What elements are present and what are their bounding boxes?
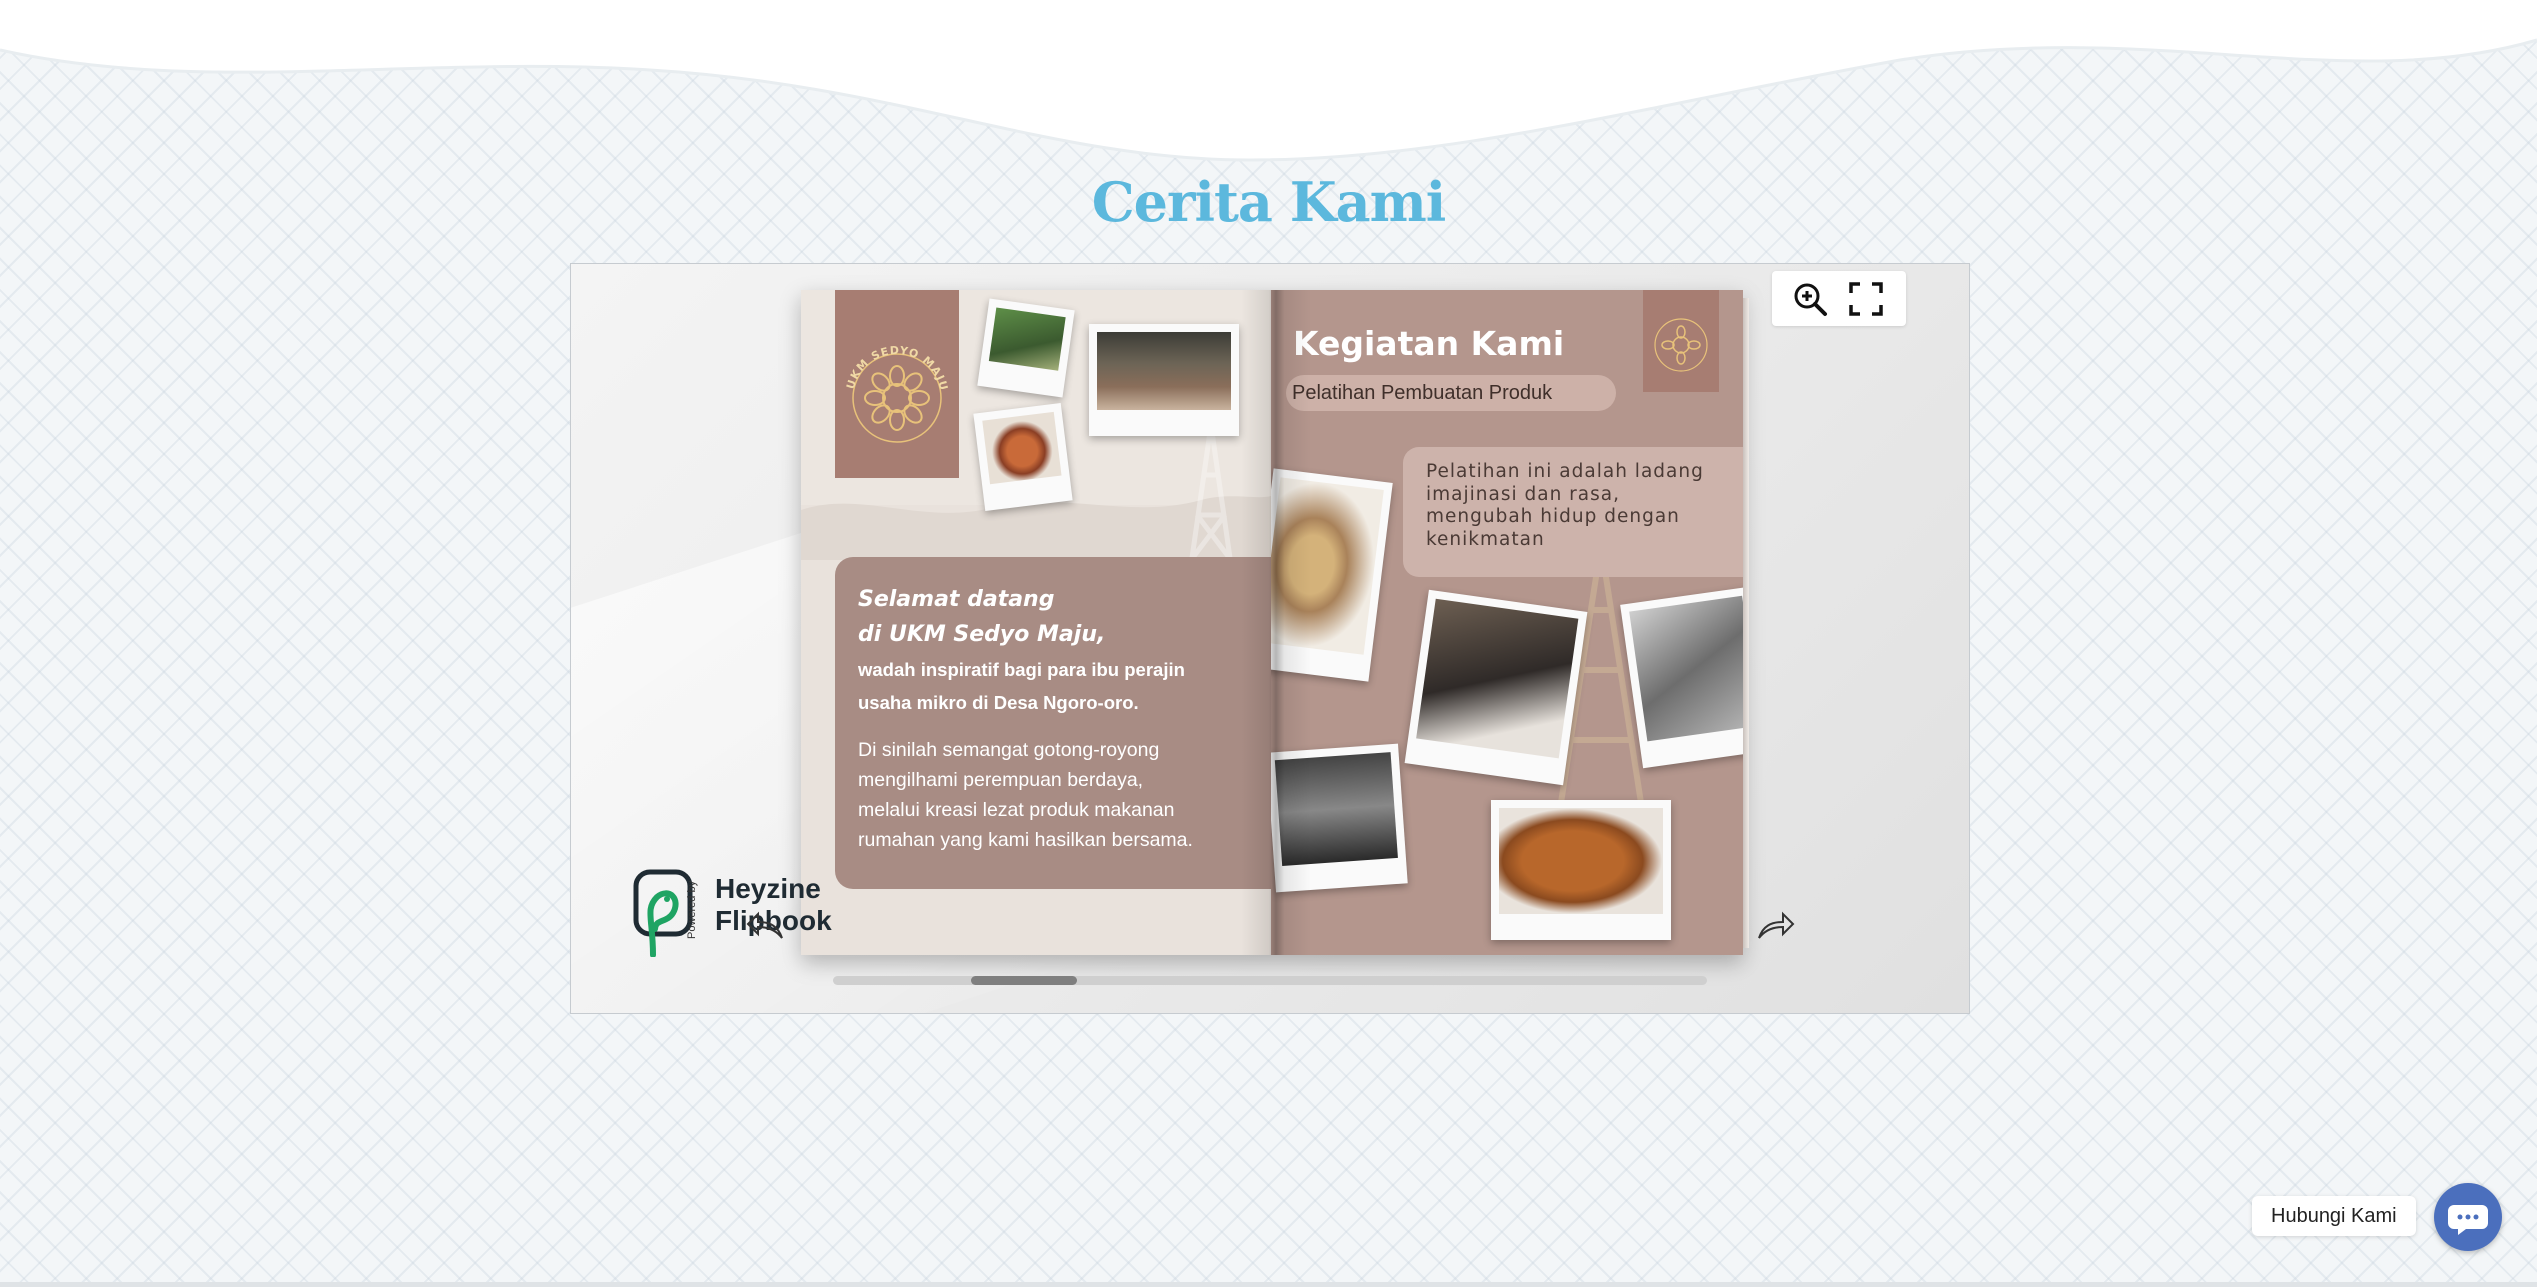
heyzine-word: Heyzine	[715, 873, 821, 904]
quote-box: Pelatihan ini adalah ladang imajinasi da…	[1403, 447, 1743, 577]
left-page[interactable]: UKM SEDYO MAJU Selamat datang di UKM Sed…	[801, 290, 1271, 955]
zoom-in-icon[interactable]	[1792, 281, 1828, 317]
contact-label[interactable]: Hubungi Kami	[2252, 1196, 2416, 1236]
photo-women-bw	[1620, 586, 1743, 769]
next-page-icon[interactable]	[1755, 910, 1795, 942]
chat-icon[interactable]	[2434, 1183, 2502, 1251]
prev-page-icon[interactable]	[746, 910, 786, 942]
photo-woman-outdoor	[977, 298, 1075, 398]
heyzine-branding[interactable]: Powered by Heyzine Flipbook	[633, 869, 832, 957]
ukm-sedyo-maju-logo-icon: UKM SEDYO MAJU	[844, 344, 949, 443]
kegiatan-subtitle: Pelatihan Pembuatan Produk	[1286, 375, 1616, 411]
heyzine-logo-icon	[633, 869, 693, 957]
right-page[interactable]: Kegiatan Kami Pelatihan Pembuatan Produk…	[1271, 290, 1743, 955]
welcome-heading-1: Selamat datang	[858, 587, 1055, 612]
section-title: Cerita Kami	[1091, 170, 1447, 234]
welcome-heading-2: di UKM Sedyo Maju,	[858, 622, 1106, 647]
page-edge	[1743, 298, 1749, 948]
body-text: Di sinilah semangat gotong-royong mengil…	[858, 739, 1193, 851]
intro-text: wadah inspiratif bagi para ibu perajin u…	[858, 659, 1185, 713]
photo-food-plate	[973, 403, 1073, 511]
flipbook-viewer[interactable]: UKM SEDYO MAJU Selamat datang di UKM Sed…	[570, 263, 1970, 1014]
ukm-sedyo-maju-logo-icon	[1654, 318, 1708, 372]
ukm-logo-small	[1643, 290, 1719, 392]
page-scrollbar[interactable]	[833, 976, 1707, 985]
photo-cake	[1491, 800, 1671, 940]
photo-training-bw	[1271, 743, 1408, 893]
viewer-toolbar	[1772, 271, 1906, 326]
kegiatan-title: Kegiatan Kami	[1293, 324, 1565, 363]
flipbook-spread[interactable]: UKM SEDYO MAJU Selamat datang di UKM Sed…	[801, 290, 1749, 955]
footer-divider	[0, 1282, 2537, 1287]
fullscreen-icon[interactable]	[1848, 281, 1884, 317]
photo-woman-cooking	[1404, 589, 1588, 786]
photo-group-women	[1089, 324, 1239, 436]
page-scrollbar-thumb[interactable]	[971, 976, 1077, 985]
photo-dumplings	[1271, 468, 1393, 682]
ukm-logo-block: UKM SEDYO MAJU	[835, 290, 959, 478]
welcome-card: Selamat datang di UKM Sedyo Maju, wadah …	[835, 557, 1271, 889]
powered-by-text: Powered by	[686, 880, 698, 939]
header-wave	[0, 0, 2537, 162]
